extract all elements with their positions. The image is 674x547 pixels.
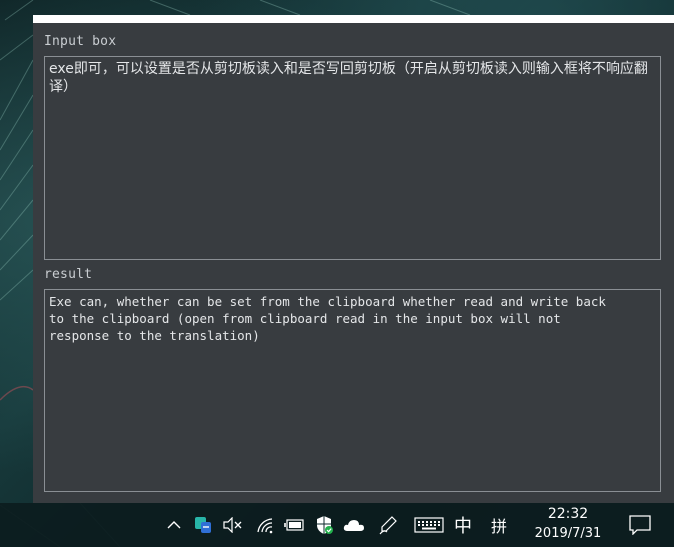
network-button[interactable] bbox=[253, 503, 277, 547]
show-hidden-icons-button[interactable] bbox=[163, 503, 185, 547]
translator-window: Input box exe即可，可以设置是否从剪切板读入和是否写回剪切板（开启从… bbox=[33, 15, 674, 503]
touch-keyboard-button[interactable] bbox=[412, 503, 446, 547]
battery-icon bbox=[284, 519, 304, 531]
battery-button[interactable] bbox=[283, 503, 307, 547]
input-textarea[interactable]: exe即可，可以设置是否从剪切板读入和是否写回剪切板（开启从剪切板读入则输入框将… bbox=[44, 56, 661, 260]
result-label: result bbox=[44, 267, 93, 282]
input-box-label: Input box bbox=[44, 34, 117, 49]
security-shield-icon bbox=[317, 516, 333, 534]
app-tray-button[interactable] bbox=[191, 503, 215, 547]
clock-time: 22:32 bbox=[547, 506, 589, 522]
chevron-up-icon bbox=[167, 521, 181, 529]
speaker-muted-icon bbox=[223, 517, 242, 533]
ime-mode-button[interactable]: 中 bbox=[450, 503, 476, 547]
onedrive-button[interactable] bbox=[341, 503, 367, 547]
ime-layout-button[interactable]: 拼 bbox=[486, 503, 512, 547]
cloud-icon bbox=[343, 520, 364, 531]
action-center-button[interactable] bbox=[626, 503, 654, 547]
clock-date: 2019/7/31 bbox=[534, 526, 602, 541]
result-textarea[interactable]: Exe can, whether can be set from the cli… bbox=[44, 289, 661, 492]
security-button[interactable] bbox=[312, 503, 336, 547]
window-title-bar[interactable] bbox=[33, 15, 674, 23]
windows-ink-button[interactable] bbox=[376, 503, 400, 547]
pen-icon bbox=[379, 516, 397, 535]
app-tray-icon bbox=[195, 517, 211, 533]
notification-icon bbox=[629, 515, 651, 535]
wifi-icon bbox=[257, 518, 273, 534]
keyboard-icon bbox=[414, 517, 444, 533]
volume-button[interactable] bbox=[221, 503, 245, 547]
clock-button[interactable]: 22:32 2019/7/31 bbox=[520, 504, 616, 546]
taskbar: 中 拼 22:32 2019/7/31 bbox=[0, 503, 674, 547]
